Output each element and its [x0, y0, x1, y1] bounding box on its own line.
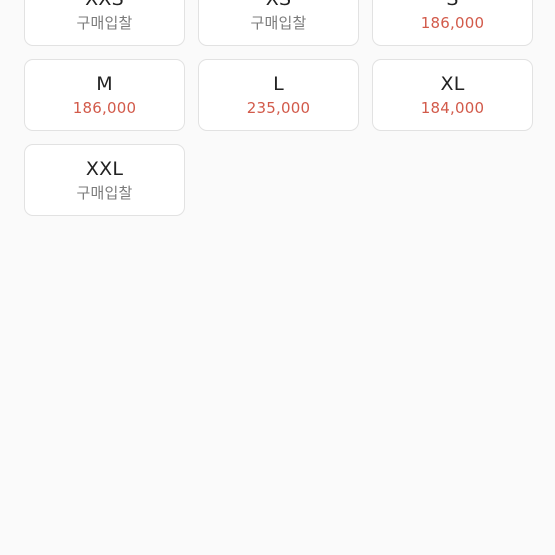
size-price: 구매입찰: [76, 14, 133, 32]
size-price: 186,000: [420, 14, 485, 32]
size-price: 186,000: [72, 99, 137, 117]
size-label: M: [96, 73, 113, 95]
size-label: XL: [440, 73, 465, 95]
size-grid: XXS 구매입찰 XS 구매입찰 S 186,000 M 186,000 L 2…: [24, 0, 533, 216]
size-option-xxl[interactable]: XXL 구매입찰: [24, 144, 185, 216]
size-price: 구매입찰: [76, 184, 133, 202]
size-option-xl[interactable]: XL 184,000: [372, 59, 533, 131]
size-label: XXL: [85, 158, 124, 180]
size-label: L: [273, 73, 284, 95]
size-label: XXS: [85, 0, 124, 10]
size-option-s[interactable]: S 186,000: [372, 0, 533, 46]
size-label: S: [446, 0, 458, 10]
size-option-m[interactable]: M 186,000: [24, 59, 185, 131]
size-label: XS: [266, 0, 291, 10]
size-price: 184,000: [420, 99, 485, 117]
size-option-xs[interactable]: XS 구매입찰: [198, 0, 359, 46]
size-price: 구매입찰: [250, 14, 307, 32]
size-option-l[interactable]: L 235,000: [198, 59, 359, 131]
size-price: 235,000: [246, 99, 311, 117]
size-option-xxs[interactable]: XXS 구매입찰: [24, 0, 185, 46]
